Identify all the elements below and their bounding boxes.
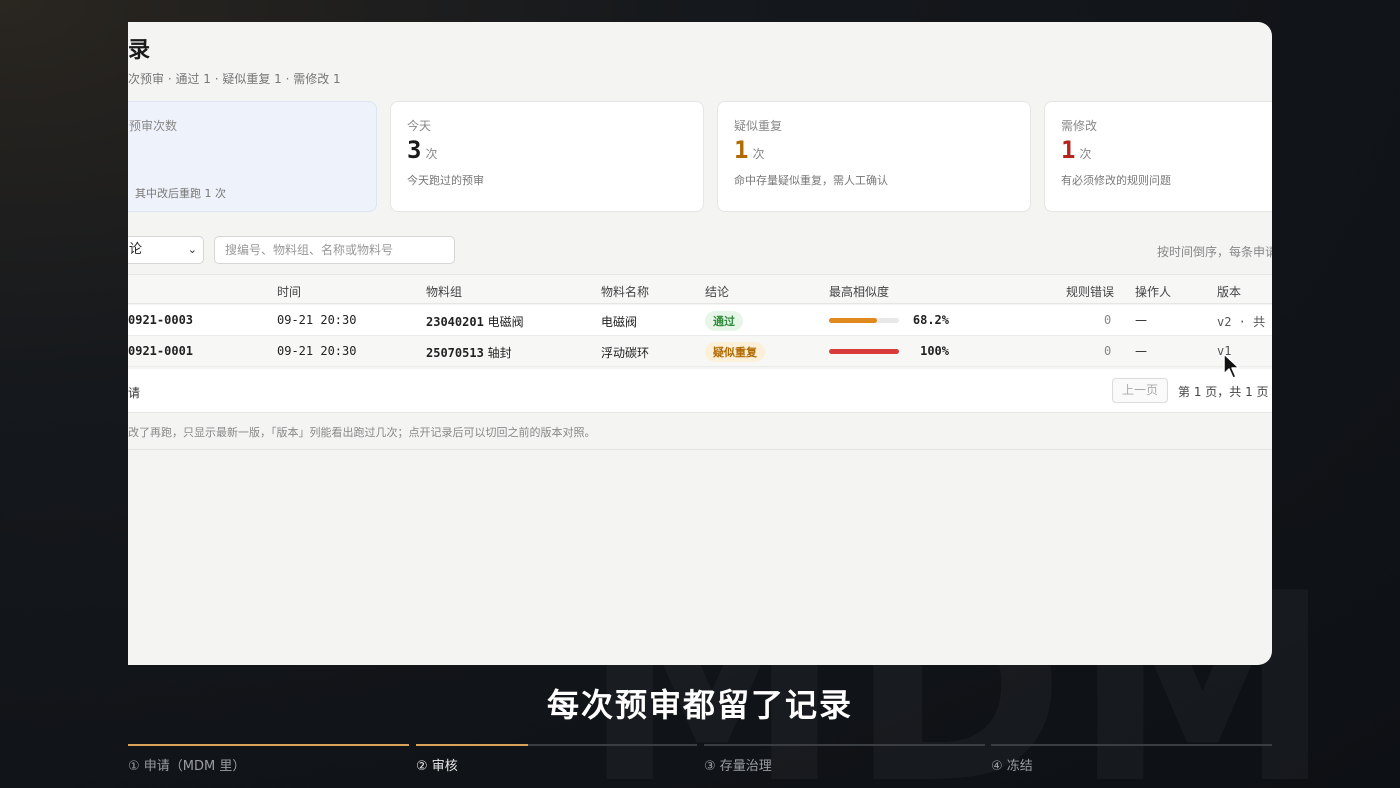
col-time[interactable]: 时间 xyxy=(277,283,301,300)
step-label: ③ 存量治理 xyxy=(704,759,772,774)
verdict-filter-select[interactable]: 论 ⌄ xyxy=(128,236,204,264)
step-stock-governance[interactable]: ③ 存量治理 xyxy=(704,744,985,774)
record-count: 请 xyxy=(128,386,141,400)
chevron-down-icon: ⌄ xyxy=(187,243,197,256)
version-link[interactable]: v2 · 共 xyxy=(1217,313,1265,330)
stat-card-total[interactable]: 预审次数 其中改后重跑 1 次 xyxy=(128,101,377,212)
divider xyxy=(128,449,1272,450)
stat-value: 1次 xyxy=(1061,136,1092,164)
stat-label: 今天 xyxy=(407,119,432,133)
records-panel: 录 次预审 · 通过 1 · 疑似重复 1 · 需修改 1 预审次数 其中改后重… xyxy=(128,22,1272,665)
col-rule-errors[interactable]: 规则错误 xyxy=(1066,283,1114,300)
page-info: 第 1 页，共 1 页 xyxy=(1178,385,1269,399)
record-id: 0921-0003 xyxy=(128,313,194,327)
stat-desc: 其中改后重跑 1 次 xyxy=(135,187,226,200)
footnote: 改了再跑，只显示最新一版，「版本」列能看出跑过几次；点开记录后可以切回之前的版本… xyxy=(128,426,596,439)
similarity-value: 68.2% xyxy=(912,313,949,327)
similarity-bar-fill xyxy=(829,318,877,323)
mouse-pointer-icon xyxy=(1223,353,1240,379)
stat-desc: 今天跑过的预审 xyxy=(407,174,484,187)
col-similarity[interactable]: 最高相似度 xyxy=(829,283,889,300)
col-group[interactable]: 物料组 xyxy=(426,283,462,300)
stat-value: 3次 xyxy=(407,136,438,164)
search-input[interactable]: 搜编号、物料组、名称或物料号 xyxy=(214,236,455,264)
pagination-bar: 请 上一页 第 1 页，共 1 页 xyxy=(128,369,1272,413)
stat-card-today[interactable]: 今天 3次 今天跑过的预审 xyxy=(390,101,704,212)
operator: — xyxy=(1135,344,1147,358)
verdict-badge: 通过 xyxy=(705,311,743,331)
record-name: 电磁阀 xyxy=(601,315,638,329)
verdict-badge: 疑似重复 xyxy=(705,342,765,362)
stat-label: 需修改 xyxy=(1061,119,1098,133)
col-name[interactable]: 物料名称 xyxy=(601,283,649,300)
operator: — xyxy=(1135,313,1147,327)
table-row[interactable]: 0921-0001 09-21 20:30 25070513 轴封 浮动碳环 疑… xyxy=(128,336,1272,367)
record-time: 09-21 20:30 xyxy=(277,344,357,358)
stat-label: 疑似重复 xyxy=(734,119,783,133)
sort-hint: 按时间倒序，每条申请 xyxy=(1157,245,1272,259)
col-version[interactable]: 版本 xyxy=(1217,283,1241,300)
stat-value: 1次 xyxy=(734,136,765,164)
table-header: 时间 物料组 物料名称 结论 最高相似度 规则错误 操作人 版本 xyxy=(128,274,1272,304)
stat-desc: 有必须修改的规则问题 xyxy=(1061,174,1171,187)
col-operator[interactable]: 操作人 xyxy=(1135,283,1171,300)
rule-error-count: 0 xyxy=(1104,344,1112,358)
record-group: 23040201 电磁阀 xyxy=(426,315,524,329)
record-group: 25070513 轴封 xyxy=(426,346,512,360)
stat-desc: 命中存量疑似重复，需人工确认 xyxy=(734,174,888,187)
similarity-value: 100% xyxy=(920,344,949,358)
step-review[interactable]: ② 审核 xyxy=(416,744,697,774)
page-title: 录 xyxy=(128,38,151,63)
col-verdict[interactable]: 结论 xyxy=(705,283,729,300)
prev-page-button[interactable]: 上一页 xyxy=(1112,378,1168,403)
stat-card-needs-fix[interactable]: 需修改 1次 有必须修改的规则问题 xyxy=(1044,101,1272,212)
summary-line: 次预审 · 通过 1 · 疑似重复 1 · 需修改 1 xyxy=(128,72,341,86)
rule-error-count: 0 xyxy=(1104,313,1112,327)
step-progress-fill xyxy=(128,744,409,746)
stat-label: 预审次数 xyxy=(129,119,178,133)
step-apply[interactable]: ① 申请（MDM 里） xyxy=(128,744,409,774)
step-label: ④ 冻结 xyxy=(991,759,1033,774)
step-label: ② 审核 xyxy=(416,759,458,774)
step-freeze[interactable]: ④ 冻结 xyxy=(991,744,1272,774)
stat-card-duplicate[interactable]: 疑似重复 1次 命中存量疑似重复，需人工确认 xyxy=(717,101,1031,212)
record-id: 0921-0001 xyxy=(128,344,194,358)
video-subtitle: 每次预审都留了记录 xyxy=(546,686,853,724)
step-progress-fill xyxy=(416,744,529,746)
progress-steps: ① 申请（MDM 里） ② 审核 ③ 存量治理 ④ 冻结 xyxy=(128,744,1272,774)
record-time: 09-21 20:30 xyxy=(277,313,357,327)
record-name: 浮动碳环 xyxy=(601,346,650,360)
step-label: ① 申请（MDM 里） xyxy=(128,759,246,774)
table-row[interactable]: 0921-0003 09-21 20:30 23040201 电磁阀 电磁阀 通… xyxy=(128,305,1272,336)
